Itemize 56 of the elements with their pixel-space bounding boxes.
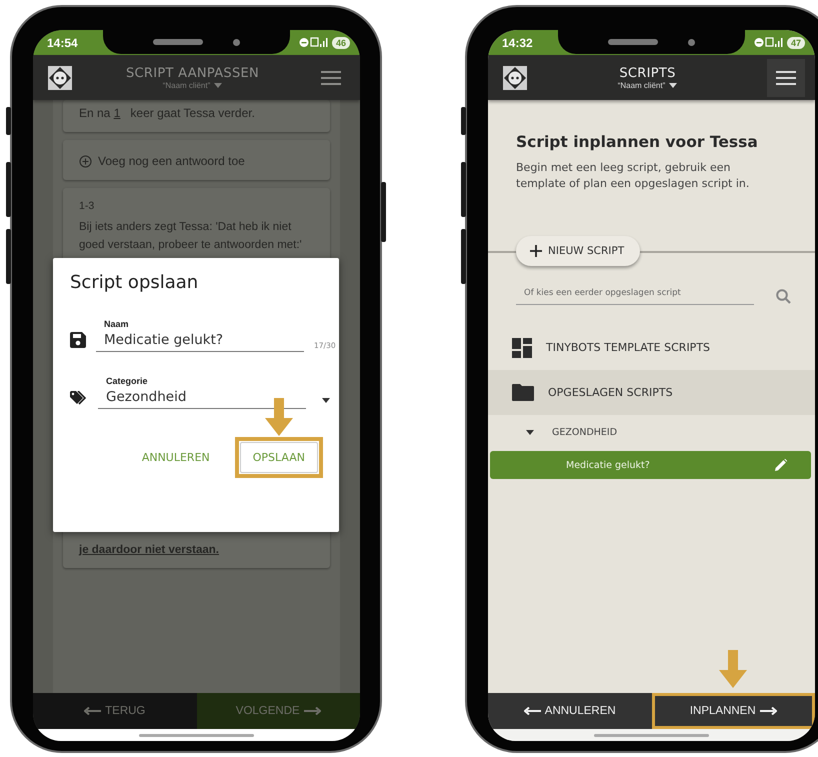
arrow-right-icon <box>304 707 321 715</box>
speaker-grille <box>608 39 658 45</box>
caret-down-icon <box>214 82 222 88</box>
script-name: Medicatie gelukt? <box>566 460 650 470</box>
add-circle-icon <box>79 154 92 168</box>
tag-icon <box>70 391 88 405</box>
script-category-row[interactable]: TINYBOTS TEMPLATE SCRIPTS <box>488 325 815 370</box>
camera-dot <box>688 38 695 46</box>
status-icons <box>754 37 784 48</box>
status-time: 14:54 <box>47 36 78 50</box>
script-category-row[interactable]: OPGESLAGEN SCRIPTS <box>488 370 815 415</box>
speaker-grille <box>153 39 203 45</box>
back-button[interactable]: ANNULEREN <box>488 693 652 729</box>
robot-face-logo[interactable] <box>47 64 73 90</box>
new-script-button[interactable]: NIEUW SCRIPT <box>516 236 640 266</box>
pointer-arrow <box>719 650 748 688</box>
client-selector[interactable]: “Naam cliënt” <box>618 80 666 90</box>
caret-down-icon <box>322 398 330 403</box>
page-description: Begin met een leeg script, gebruik een template of plan een opgeslagen script in. <box>516 160 750 192</box>
arrow-left-icon <box>84 707 102 715</box>
card-number: 1-3 <box>79 200 96 212</box>
name-field[interactable]: Medicatie gelukt? <box>96 332 304 352</box>
card-text: Bij iets anders zegt Tessa: 'Dat heb ik niet goed verstaan, probeer te antwoorden met:' <box>79 220 303 253</box>
page-heading: Script inplannen voor Tessa <box>516 133 759 151</box>
back-button[interactable]: TERUG <box>33 693 196 729</box>
section-label: TINYBOTS TEMPLATE SCRIPTS <box>546 341 710 354</box>
caret-down-icon <box>526 430 534 434</box>
screen-title: SCRIPT AANPASSEN <box>126 66 260 80</box>
section-label: OPGESLAGEN SCRIPTS <box>548 386 673 399</box>
status-time: 14:32 <box>502 36 533 50</box>
menu-icon <box>776 70 796 84</box>
dialog-title: Script opslaan <box>70 272 200 293</box>
category-label: GEZONDHEID <box>552 426 618 438</box>
category-row[interactable]: GEZONDHEID <box>488 415 815 449</box>
menu-icon <box>321 70 341 84</box>
saved-script-item[interactable]: Medicatie gelukt? <box>490 451 811 479</box>
arrow-left-icon <box>524 707 541 715</box>
battery-level: 46 <box>332 36 350 48</box>
robot-face-logo[interactable] <box>502 64 528 90</box>
menu-button[interactable] <box>766 58 805 96</box>
camera-dot <box>233 38 240 46</box>
arrow-right-icon <box>760 707 777 715</box>
battery-level: 47 <box>786 36 805 48</box>
screen-title: SCRIPTS <box>619 66 676 80</box>
field-label: Naam <box>104 319 130 329</box>
plus-icon <box>530 245 542 257</box>
pencil-icon[interactable] <box>775 459 787 471</box>
folder-icon <box>512 384 534 401</box>
field-label: Categorie <box>106 376 149 386</box>
status-icons <box>298 37 329 48</box>
card-text: En na 1 keer gaat Tessa verder. <box>79 106 255 120</box>
add-answer-label: Voeg nog een antwoord toe <box>98 154 245 168</box>
search-field[interactable]: Of kies een eerder opgeslagen script <box>516 288 754 305</box>
caret-down-icon <box>669 82 678 88</box>
dashboard-icon <box>512 338 532 358</box>
search-icon[interactable] <box>776 289 791 304</box>
